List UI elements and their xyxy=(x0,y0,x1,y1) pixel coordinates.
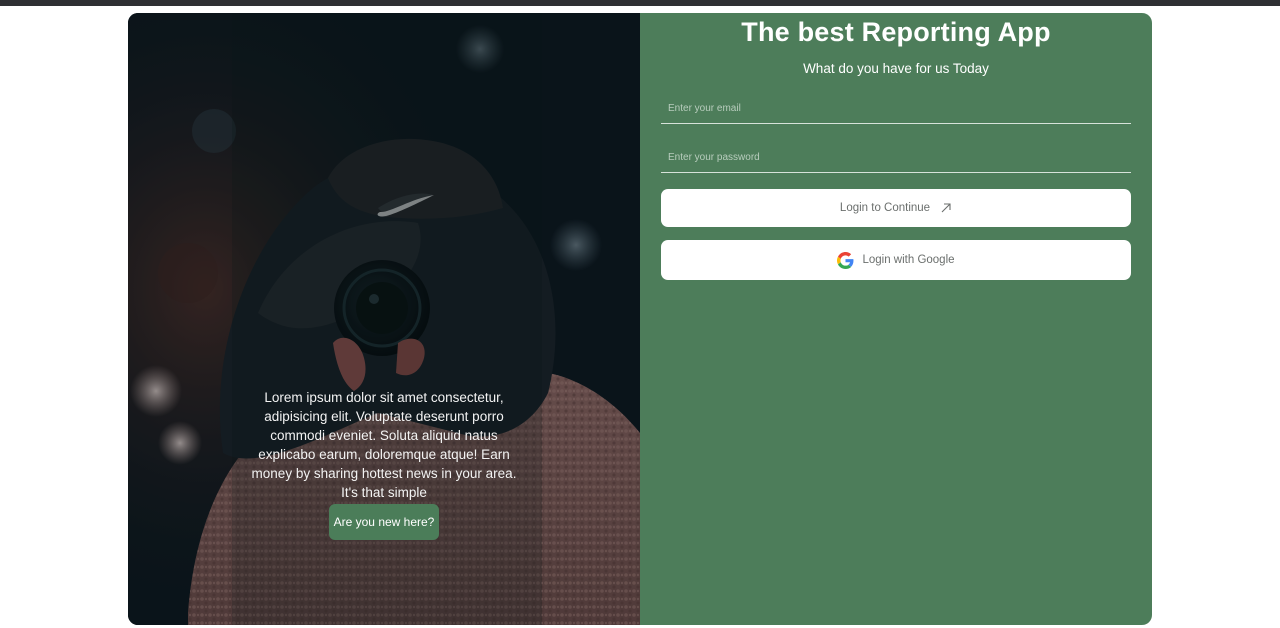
email-input[interactable] xyxy=(661,94,1131,123)
login-card: Lorem ipsum dolor sit amet consectetur, … xyxy=(128,13,1152,625)
app-subtitle: What do you have for us Today xyxy=(803,61,989,76)
google-login-label: Login with Google xyxy=(862,254,955,266)
email-field-wrapper xyxy=(661,94,1131,124)
top-bar xyxy=(0,0,1280,6)
login-button-label: Login to Continue xyxy=(839,202,931,214)
google-icon xyxy=(837,251,854,269)
google-login-button[interactable]: Login with Google xyxy=(661,240,1131,280)
hero-photo-panel: Lorem ipsum dolor sit amet consectetur, … xyxy=(128,13,640,625)
login-button[interactable]: Login to Continue xyxy=(661,189,1131,227)
new-user-button[interactable]: Are you new here? xyxy=(329,504,439,540)
arrow-up-right-icon xyxy=(941,203,951,213)
app-title: The best Reporting App xyxy=(741,17,1051,47)
hero-description: Lorem ipsum dolor sit amet consectetur, … xyxy=(251,390,517,500)
password-field-wrapper xyxy=(661,143,1131,173)
password-input[interactable] xyxy=(661,143,1131,172)
login-form-panel: The best Reporting App What do you have … xyxy=(640,13,1152,625)
